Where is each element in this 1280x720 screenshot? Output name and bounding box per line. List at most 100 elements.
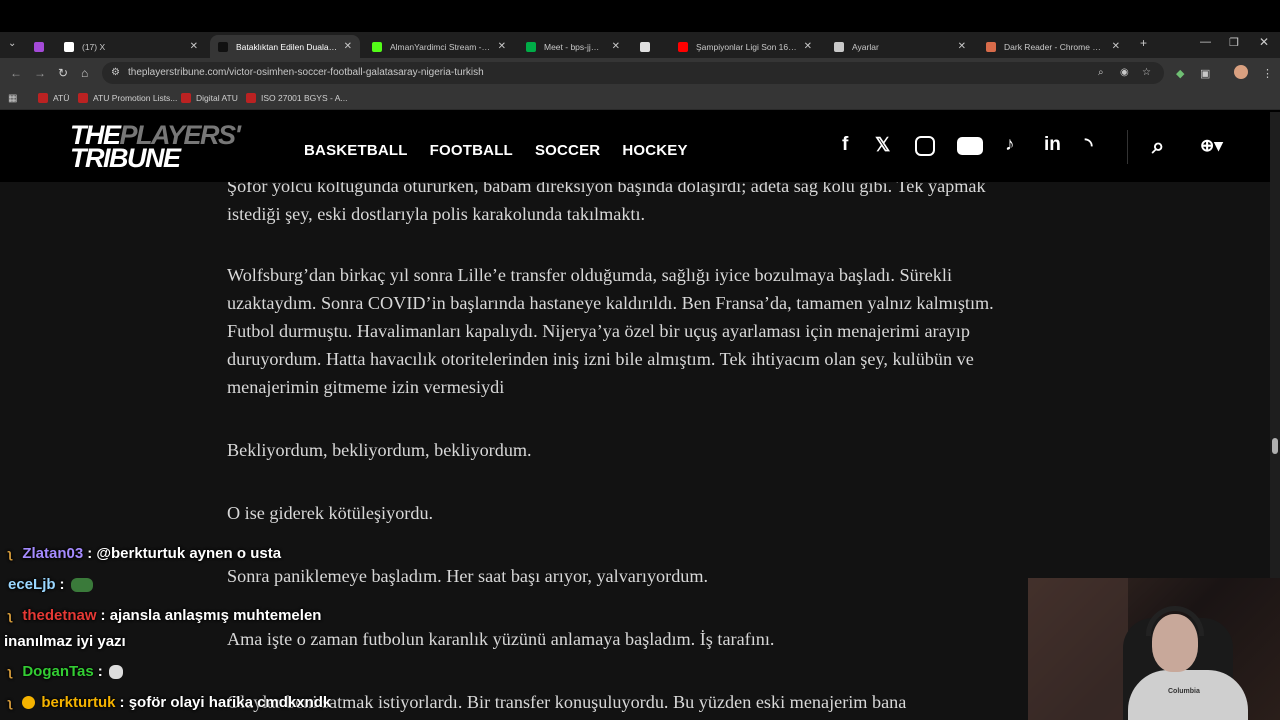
scrollbar-thumb[interactable] [1272,438,1278,454]
browser-tab[interactable]: AlmanYardimci Stream - Watc ✕ [364,35,514,58]
language-globe-icon[interactable]: ⊕▾ [1200,136,1223,156]
nav-soccer[interactable]: SOCCER [535,142,600,159]
chat-text: : @berkturtuk aynen o usta [87,545,282,562]
article-paragraph: Wolfsburg’dan birkaç yıl sonra Lille’e t… [227,265,994,397]
browser-tab[interactable]: Meet - bps-jjmy-zcm ✕ [518,35,628,58]
headphones-icon [1146,606,1204,636]
browser-tab[interactable]: Şampiyonlar Ligi Son 16 Play- ✕ [670,35,820,58]
bookmark-promotion-lists[interactable]: ATU Promotion Lists... [78,93,177,103]
linkedin-icon[interactable]: in [1044,134,1061,156]
tab-favicon-icon [64,41,74,52]
shirt-logo: Columbia [1168,688,1200,695]
bookmark-favicon-icon [181,93,191,103]
chat-username: berkturtuk [41,694,116,711]
webcam-overlay: Columbia [1028,578,1280,720]
sub-badge-icon: ʅ [8,546,13,561]
eye-off-icon[interactable]: ◉ [1120,67,1129,78]
profile-avatar[interactable] [1234,65,1248,79]
back-icon[interactable]: ← [10,66,22,80]
address-bar[interactable]: ⚙ theplayerstribune.com/victor-osimhen-s… [102,62,1164,84]
sub-badge-icon: ʅ [8,608,13,623]
bookmark-iso-27001[interactable]: ISO 27001 BGYS - A... [246,93,347,103]
youtube-icon[interactable] [957,137,983,155]
home-icon[interactable]: ⌂ [81,66,88,80]
chat-username: DoganTas [22,663,94,680]
browser-toolbar: ← → ↻ ⌂ ⚙ theplayerstribune.com/victor-o… [0,58,1280,88]
extension-icon[interactable]: ◆ [1176,67,1184,80]
chat-username: eceLjb [8,576,56,593]
browser-tab[interactable]: Ayarlar ✕ [826,35,974,58]
chat-message: ʅ berkturtuk: şoför olayi harika cmdkxnd… [8,694,331,711]
tab-title: Bataklıktan Edilen Dualar yazar [236,41,338,52]
tab-title: Şampiyonlar Ligi Son 16 Play- [696,41,798,52]
hands-emote-icon [108,664,123,679]
alert-badge-icon [22,696,36,709]
stream-chat-overlay: ʅ Zlatan03: @berkturtuk aynen o usta ece… [0,520,420,720]
tab-close-icon[interactable]: ✕ [1112,41,1120,52]
bookmark-digital-atu[interactable]: Digital ATU [181,93,238,103]
instagram-icon[interactable] [915,136,935,156]
search-icon[interactable]: ⌕ [1152,133,1164,159]
header-divider [1127,130,1128,164]
zoom-icon[interactable]: ⌕ [1098,67,1104,78]
tab-favicon-icon [526,41,536,52]
browser-tab[interactable]: Dark Reader - Chrome Web M ✕ [978,35,1128,58]
forward-icon[interactable]: → [34,66,46,80]
chat-username: thedetnaw [22,607,97,624]
site-info-icon[interactable]: ⚙ [111,67,120,78]
bookmark-atu[interactable]: ATÜ [38,93,69,103]
browser-tab[interactable]: (17) X ✕ [56,35,206,58]
menu-kebab-icon[interactable]: ⋮ [1262,67,1273,80]
tab-close-icon[interactable]: ✕ [190,41,198,52]
tab-search-icon[interactable]: ⌄ [8,38,16,49]
restore-icon[interactable]: ❐ [1229,36,1239,49]
x-icon[interactable]: 𝕏 [875,134,890,157]
chat-message: ʅ thedetnaw: ajansla anlaşmış muhtemelen [8,607,321,624]
url-text: theplayerstribune.com/victor-osimhen-soc… [128,67,484,78]
minimize-icon[interactable]: — [1200,36,1211,48]
browser-tab[interactable] [26,35,54,58]
tab-favicon-icon [678,41,688,52]
bookmark-star-icon[interactable]: ☆ [1142,67,1151,78]
tab-close-icon[interactable]: ✕ [498,41,506,52]
bookmarks-bar: ▦ ATÜ ATU Promotion Lists... Digital ATU… [0,88,1280,110]
tab-favicon-icon [986,41,996,52]
tab-favicon-icon [218,41,228,52]
site-logo[interactable]: THEPLAYERS' TRIBUNE [70,122,241,172]
close-window-icon[interactable]: ✕ [1259,35,1269,49]
tab-title: Ayarlar [852,41,879,52]
chat-username: Zlatan03 [22,545,84,562]
facebook-icon[interactable]: f [842,134,848,156]
chat-text: : şoför olayi harika cmdkxndk [119,694,332,711]
nav-football[interactable]: FOOTBALL [430,142,513,159]
chat-text: inanılmaz iyi yazı [4,633,126,650]
tiktok-icon[interactable]: ♪ [1005,134,1015,156]
chat-message: eceLjb: [8,576,93,593]
nav-hockey[interactable]: HOCKEY [622,142,687,159]
reload-icon[interactable]: ↻ [58,66,68,80]
chat-text: : [59,576,65,593]
background-wall [1028,578,1128,720]
pepe-emote-icon [70,577,93,592]
tab-favicon-icon [834,41,844,52]
chat-text: : ajansla anlaşmış muhtemelen [100,607,322,624]
rss-icon[interactable]: ◝ [1085,134,1092,157]
tab-favicon-icon [372,41,382,52]
tab-favicon-icon [34,41,44,52]
tab-close-icon[interactable]: ✕ [804,41,812,52]
chat-message: ʅ DoganTas: [8,663,123,680]
browser-tab[interactable] [632,35,666,58]
tab-close-icon[interactable]: ✕ [344,41,352,52]
streamer-shirt [1128,670,1248,720]
article-paragraph: Şoför yolcu koltuğunda otururken, babam … [227,182,986,224]
tab-title: Dark Reader - Chrome Web M [1004,41,1106,52]
chat-message-continuation: inanılmaz iyi yazı [4,633,126,650]
apps-grid-icon[interactable]: ▦ [8,93,17,104]
tab-close-icon[interactable]: ✕ [612,41,620,52]
new-tab-button[interactable]: + [1140,36,1147,50]
browser-tab[interactable]: Bataklıktan Edilen Dualar yazar ✕ [210,35,360,58]
bookmark-favicon-icon [38,93,48,103]
nav-basketball[interactable]: BASKETBALL [304,142,408,159]
extensions-puzzle-icon[interactable]: ▣ [1200,67,1210,80]
tab-close-icon[interactable]: ✕ [958,41,966,52]
